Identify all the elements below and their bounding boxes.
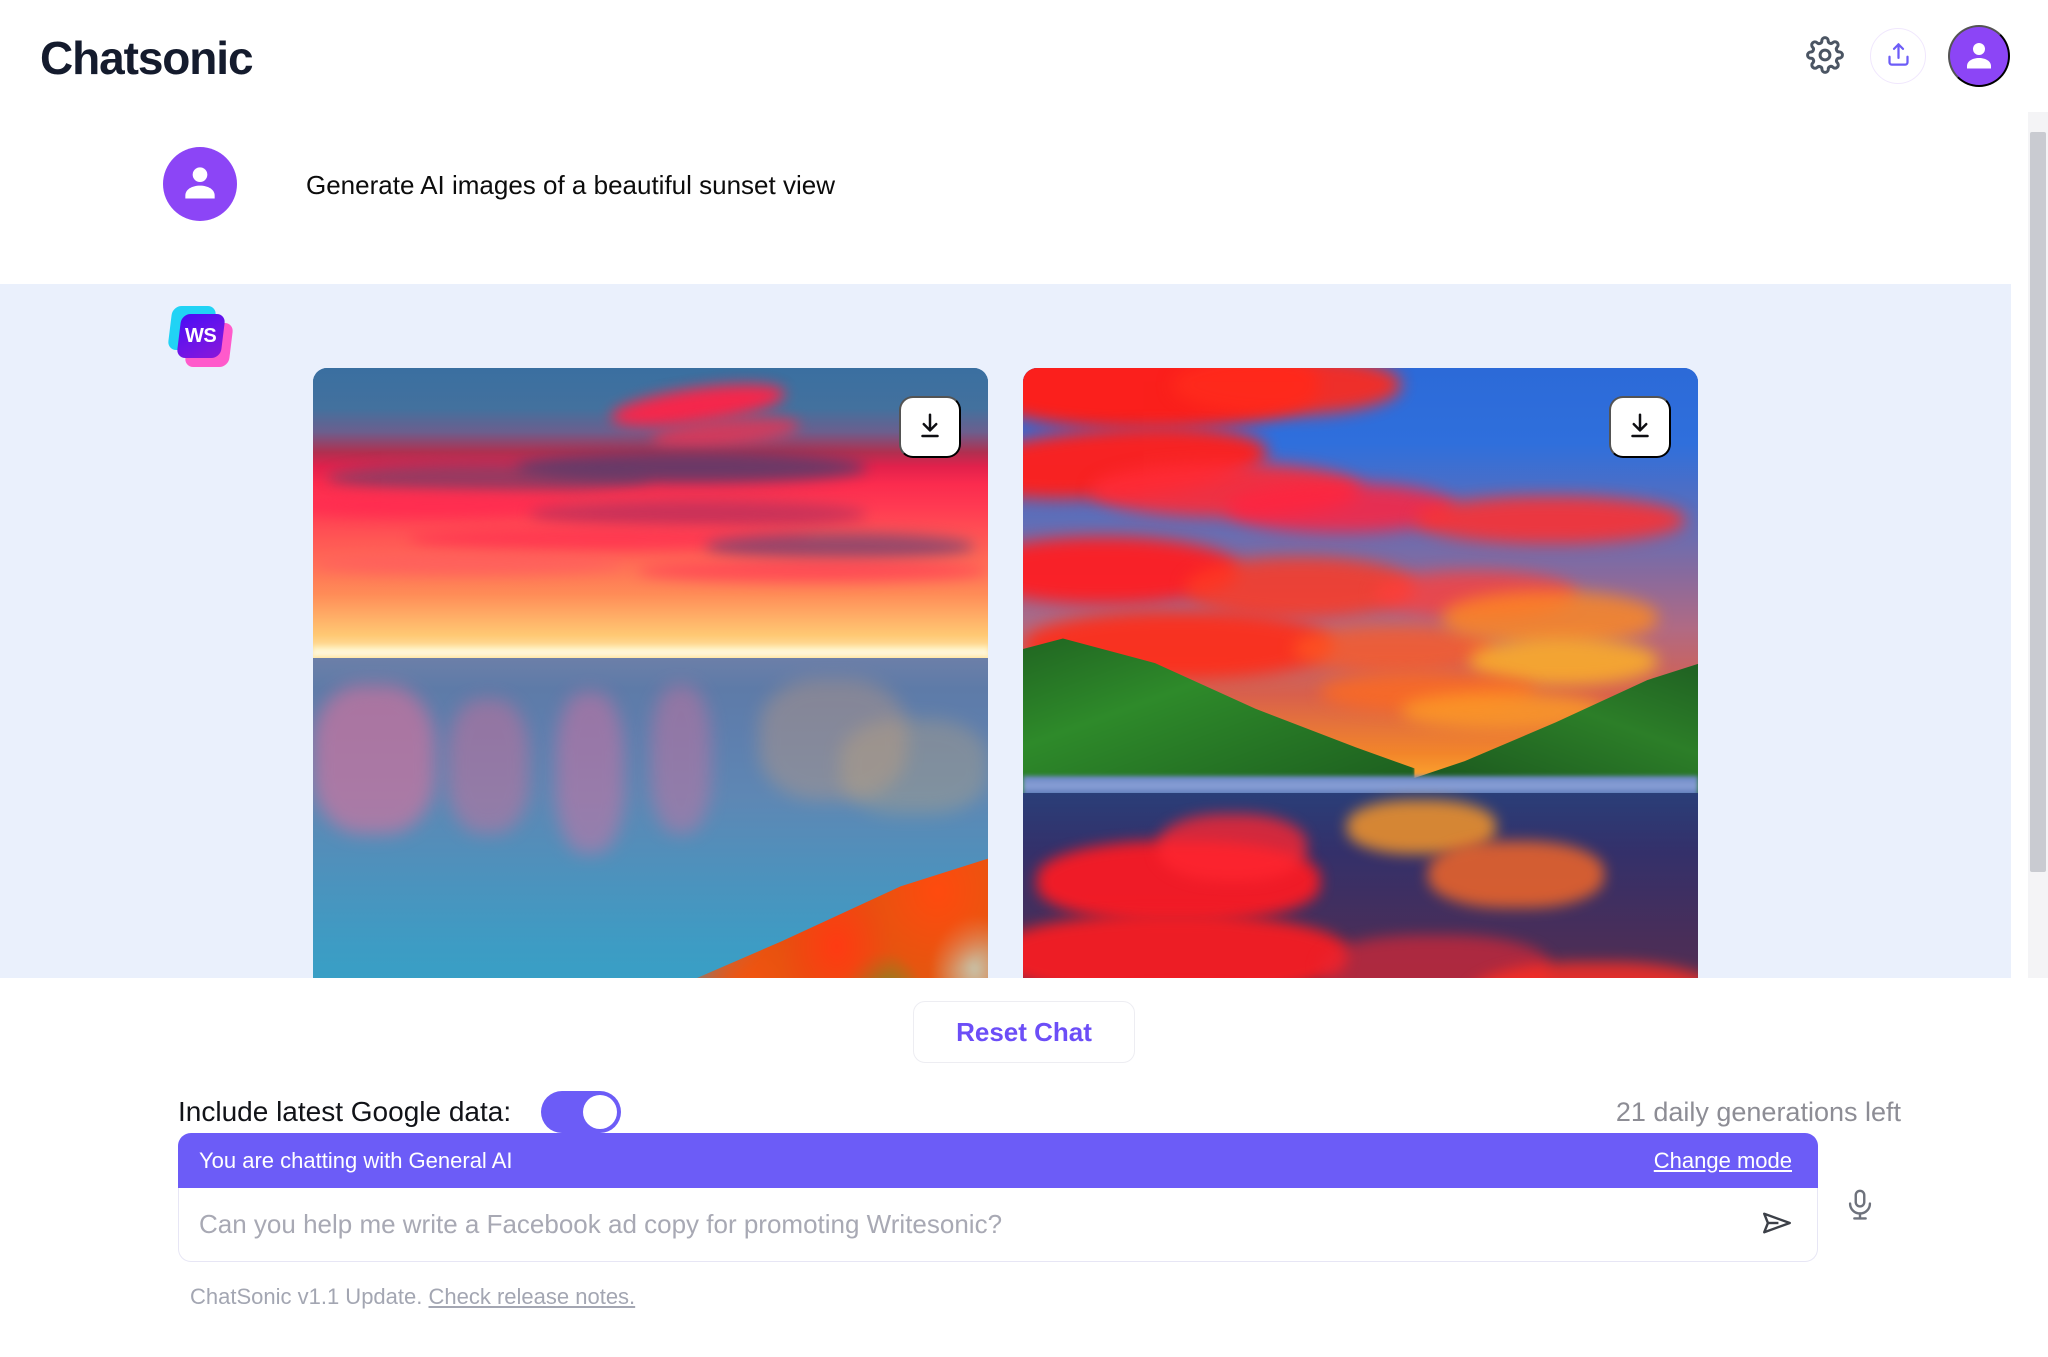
app-header: Chatsonic xyxy=(0,0,2048,112)
logo-main-layer: WS xyxy=(176,314,226,358)
share-button[interactable] xyxy=(1870,28,1926,84)
user-message: Generate AI images of a beautiful sunset… xyxy=(0,112,2011,284)
composer: You are chatting with General AI Change … xyxy=(178,1133,1818,1262)
generated-image-1[interactable] xyxy=(313,368,988,978)
reset-chat-row: Reset Chat xyxy=(0,978,2048,1063)
google-data-label: Include latest Google data: xyxy=(178,1096,512,1127)
share-upload-icon xyxy=(1885,41,1912,71)
image2-cloud xyxy=(1414,496,1685,544)
download-icon xyxy=(915,411,945,444)
release-notes-link[interactable]: Check release notes. xyxy=(429,1284,636,1309)
reset-chat-button[interactable]: Reset Chat xyxy=(913,1001,1135,1063)
send-button[interactable] xyxy=(1751,1199,1803,1251)
account-avatar-button[interactable] xyxy=(1948,25,2010,87)
microphone-icon xyxy=(1843,1186,1877,1227)
change-mode-link[interactable]: Change mode xyxy=(1654,1148,1792,1174)
image2-cloud xyxy=(1441,590,1658,645)
chat-input[interactable] xyxy=(199,1209,1751,1240)
image1-reflection xyxy=(650,685,712,834)
image1-reflection xyxy=(556,692,624,854)
image1-reflection xyxy=(839,719,988,814)
image1-cloud xyxy=(313,553,624,574)
writesonic-logo: WS xyxy=(167,306,234,368)
toggle-knob xyxy=(583,1095,618,1129)
header-actions xyxy=(1802,25,2010,87)
image2-reflection xyxy=(1428,840,1604,908)
page-title: Chatsonic xyxy=(40,32,254,84)
download-icon xyxy=(1625,411,1655,444)
image2-reflection xyxy=(1023,914,1347,978)
user-message-text: Generate AI images of a beautiful sunset… xyxy=(306,170,835,200)
generated-images-row xyxy=(0,368,2011,978)
options-row: Include latest Google data: 21 daily gen… xyxy=(0,1091,2011,1133)
image2-reflection xyxy=(1158,813,1307,881)
bot-message: WS xyxy=(0,284,2011,978)
download-button[interactable] xyxy=(1609,396,1671,458)
image1-cloud xyxy=(529,499,867,528)
footer-note: ChatSonic v1.1 Update. Check release not… xyxy=(190,1284,635,1310)
scrollbar-track[interactable] xyxy=(2028,112,2048,978)
scrollbar-thumb[interactable] xyxy=(2030,132,2046,872)
version-text: ChatSonic v1.1 Update. xyxy=(190,1284,423,1309)
avatar xyxy=(163,147,237,221)
user-avatar-icon xyxy=(1961,37,1997,76)
send-paper-plane-icon xyxy=(1760,1206,1794,1243)
chat-mode-label: You are chatting with General AI xyxy=(199,1147,513,1173)
generations-left-text: 21 daily generations left xyxy=(1615,1096,1901,1127)
generated-image-2[interactable] xyxy=(1023,368,1698,978)
image1-cloud xyxy=(637,560,988,582)
image1-reflection xyxy=(448,698,529,834)
image1-reflection xyxy=(313,685,435,834)
composer-mode-bar: You are chatting with General AI Change … xyxy=(178,1133,1818,1188)
microphone-button[interactable] xyxy=(1834,1177,1886,1235)
settings-button[interactable] xyxy=(1802,33,1848,79)
logo-text: WS xyxy=(185,324,217,347)
google-data-toggle[interactable] xyxy=(541,1091,622,1133)
download-button[interactable] xyxy=(899,396,961,458)
chat-scroll-area[interactable]: Generate AI images of a beautiful sunset… xyxy=(0,112,2048,978)
chatsonic-app: Chatsonic Generate AI images of a beauti… xyxy=(0,0,2048,1357)
user-avatar-icon xyxy=(178,160,222,209)
composer-input-wrap xyxy=(178,1188,1818,1262)
gear-icon xyxy=(1806,35,1844,77)
